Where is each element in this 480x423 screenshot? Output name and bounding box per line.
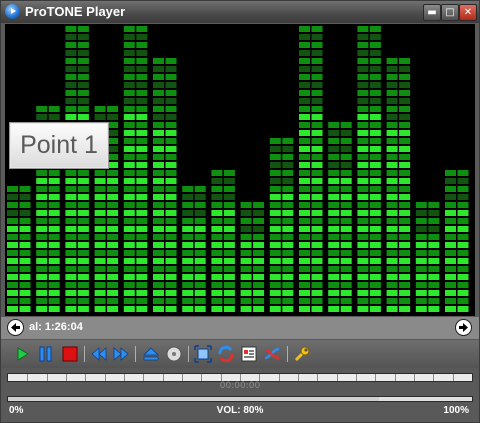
- spectrum-bar: [357, 26, 381, 312]
- toolbar-separator: [188, 346, 189, 362]
- next-info-button[interactable]: [455, 319, 472, 336]
- seek-tick: [259, 374, 261, 381]
- seek-tick: [336, 374, 338, 381]
- seek-tick: [414, 374, 415, 381]
- spectrum-bar: [386, 58, 411, 312]
- fast-forward-icon[interactable]: [112, 345, 130, 363]
- minimize-button[interactable]: ▬: [423, 4, 441, 21]
- seek-tick: [201, 374, 203, 381]
- window-title: ProTONE Player: [25, 4, 126, 19]
- title-bar[interactable]: ProTONE Player ▬ □ ✕: [1, 1, 479, 23]
- volume-label: VOL: 80%: [216, 405, 264, 416]
- toolbar-separator: [287, 346, 288, 362]
- arrow-left-icon: [11, 323, 20, 332]
- spectrum-visualizer: Point 1: [5, 24, 475, 316]
- prev-info-button[interactable]: [7, 319, 24, 336]
- settings-icon[interactable]: [293, 345, 311, 363]
- seek-tick: [433, 374, 435, 381]
- bottom-panel: 00:00:00 0% VOL: 80% 100%: [1, 368, 479, 422]
- info-text: al: 1:26:04: [29, 321, 83, 333]
- seek-tick: [317, 374, 319, 381]
- app-play-icon: [5, 4, 20, 19]
- fullscreen-icon[interactable]: [194, 345, 212, 363]
- seek-tick: [240, 374, 241, 381]
- app-window: ProTONE Player ▬ □ ✕ Point 1 al: 1:26:04: [0, 0, 480, 423]
- close-button[interactable]: ✕: [459, 4, 477, 21]
- seek-tick: [182, 374, 183, 381]
- seek-tick: [298, 374, 299, 381]
- eject-icon[interactable]: [142, 345, 160, 363]
- stop-icon[interactable]: [61, 345, 79, 363]
- rewind-icon[interactable]: [90, 345, 108, 363]
- seek-tick: [124, 374, 125, 381]
- point-badge: Point 1: [9, 122, 109, 169]
- spectrum-bar: [445, 170, 469, 312]
- disc-icon[interactable]: [165, 345, 183, 363]
- spectrum-bar: [299, 26, 323, 312]
- info-bar: al: 1:26:04: [1, 317, 479, 339]
- spectrum-bar: [328, 122, 352, 312]
- arrow-right-icon: [459, 323, 468, 332]
- toolbar-separator: [84, 346, 85, 362]
- volume-max-label: 100%: [443, 405, 469, 416]
- seek-tick: [375, 374, 377, 381]
- spectrum-bar: [211, 170, 235, 312]
- pause-icon[interactable]: [37, 345, 55, 363]
- refresh-icon[interactable]: [217, 345, 235, 363]
- spectrum-bar: [182, 186, 206, 312]
- spectrum-bar: [123, 26, 148, 312]
- spectrum-bar: [415, 202, 440, 312]
- seek-tick: [452, 374, 454, 381]
- play-icon[interactable]: [13, 345, 31, 363]
- seek-tick: [27, 374, 29, 381]
- seek-tick: [162, 374, 164, 381]
- seek-tick: [220, 374, 222, 381]
- seek-tick: [143, 374, 145, 381]
- seek-tick: [278, 374, 280, 381]
- seek-tick: [46, 374, 48, 381]
- seek-tick: [85, 374, 87, 381]
- seek-tick: [104, 374, 106, 381]
- spectrum-bars: [7, 26, 469, 312]
- spectrum-bar: [7, 186, 31, 312]
- maximize-button[interactable]: □: [441, 4, 459, 21]
- spectrum-bar: [65, 26, 89, 312]
- spectrum-bar: [269, 138, 294, 312]
- toolbar: [1, 340, 479, 368]
- time-label: 00:00:00: [219, 381, 261, 391]
- toolbar-separator: [135, 346, 136, 362]
- spectrum-bar: [153, 58, 177, 312]
- shuffle-icon[interactable]: [263, 345, 281, 363]
- seek-tick: [66, 374, 67, 381]
- playlist-icon[interactable]: [240, 345, 258, 363]
- spectrum-bar: [240, 202, 265, 312]
- volume-fill: [8, 397, 380, 401]
- seek-tick: [394, 374, 396, 381]
- volume-slider[interactable]: [7, 396, 473, 402]
- seek-tick: [356, 374, 357, 381]
